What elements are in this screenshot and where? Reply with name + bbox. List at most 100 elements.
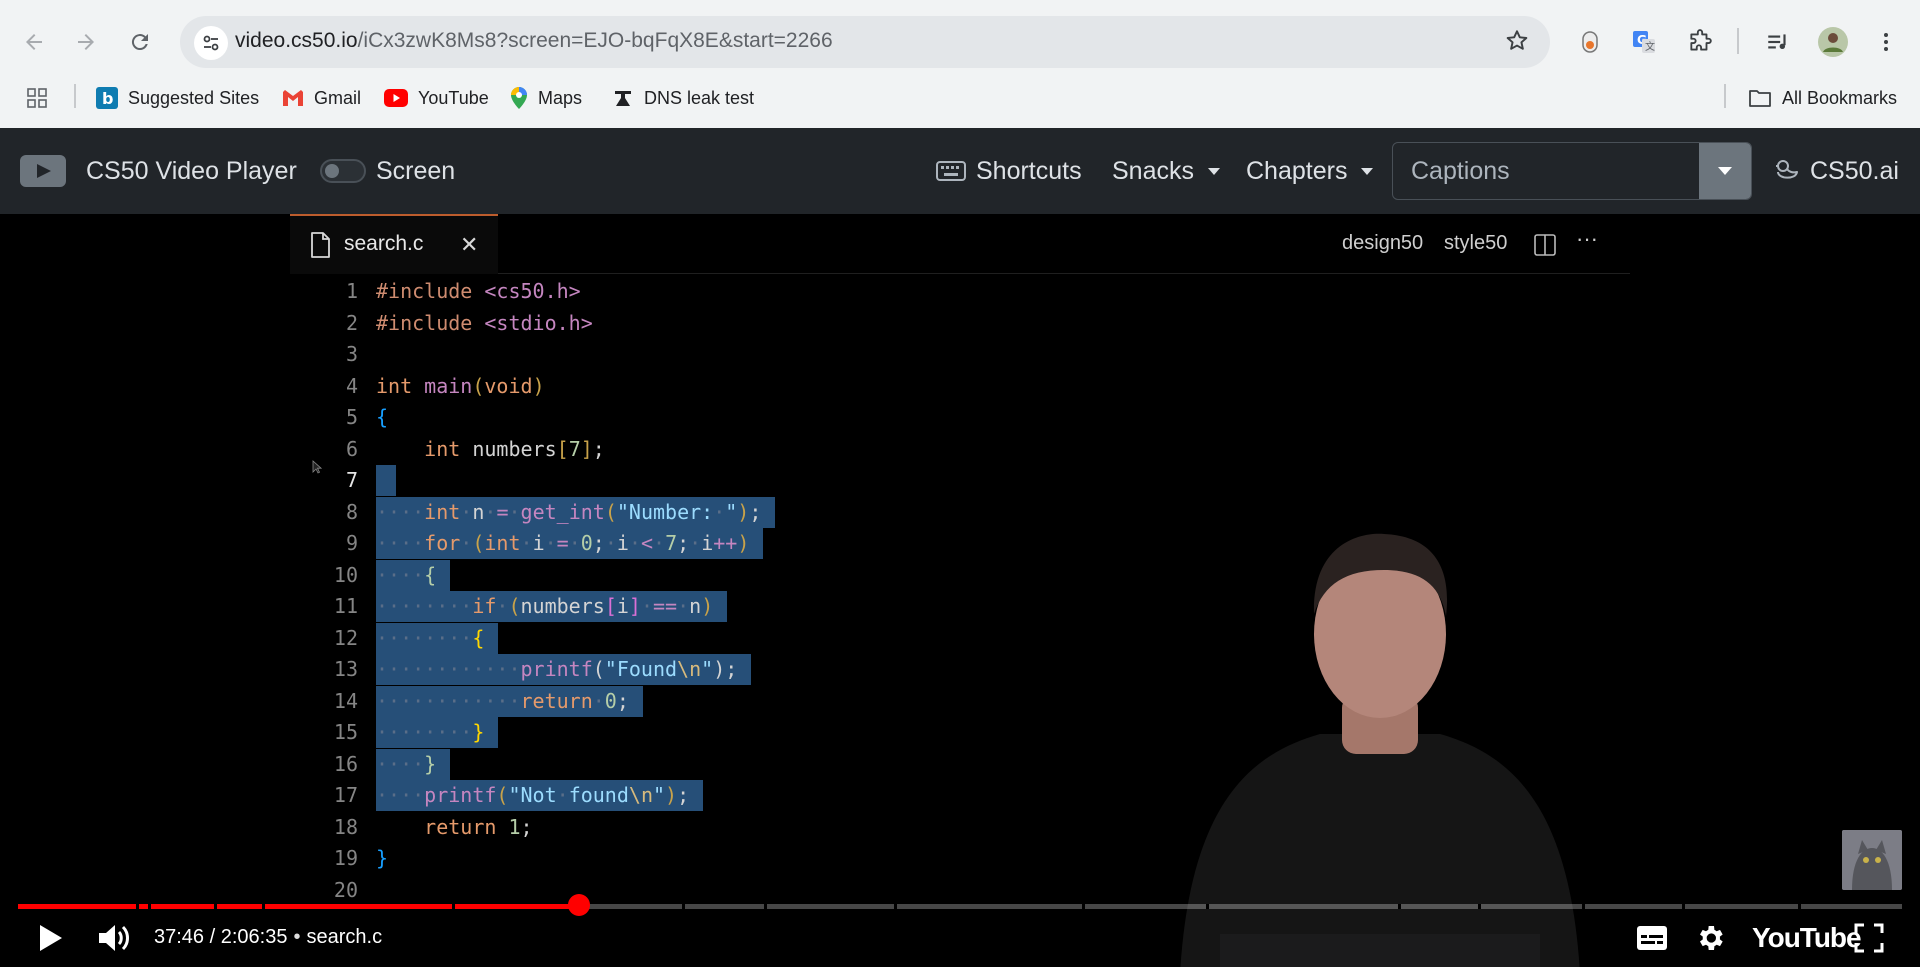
gear-icon xyxy=(1700,926,1723,950)
youtube-wordmark: YouTube xyxy=(1752,922,1862,953)
line-number: 10 xyxy=(333,562,358,587)
code-line: 12 ········{ xyxy=(0,622,900,655)
bookmark-maps[interactable]: Maps xyxy=(510,84,582,112)
reload-icon xyxy=(131,34,148,51)
shortcuts-label: Shortcuts xyxy=(976,156,1082,185)
subtitles-button[interactable] xyxy=(1636,916,1668,960)
design50-button[interactable]: design50 xyxy=(1342,232,1423,255)
code-line: 4 int main(void) xyxy=(0,371,900,403)
chapter-marker xyxy=(682,904,685,909)
bookmark-dns-leak-test[interactable]: DNS leak test xyxy=(612,84,754,112)
bookmark-label: YouTube xyxy=(418,87,489,108)
extensions-puzzle-icon[interactable] xyxy=(1680,22,1720,62)
forward-button[interactable] xyxy=(66,22,106,62)
chapter-marker xyxy=(148,904,151,909)
close-icon[interactable]: ✕ xyxy=(460,232,478,258)
line-content: ········if·(numbers[i]·==·n) xyxy=(376,591,728,622)
cs50-ai-button[interactable]: CS50.ai xyxy=(1774,154,1899,188)
chapters-dropdown[interactable]: Chapters xyxy=(1246,154,1374,188)
split-editor-icon[interactable] xyxy=(1534,234,1556,256)
line-number: 8 xyxy=(345,499,358,524)
chevron-down-icon[interactable] xyxy=(1699,143,1751,199)
bookmark-star-icon[interactable] xyxy=(1504,28,1530,59)
line-number: 20 xyxy=(333,877,358,902)
site-settings-icon[interactable] xyxy=(194,26,228,60)
google-translate-icon[interactable]: G文 xyxy=(1624,22,1664,62)
shortcuts-button[interactable]: Shortcuts xyxy=(936,154,1082,188)
captions-label: Captions xyxy=(1411,157,1510,185)
player-brand[interactable]: CS50 Video Player xyxy=(20,154,297,188)
profile-avatar[interactable] xyxy=(1813,22,1853,62)
play-button[interactable] xyxy=(32,916,66,960)
code-line-current: 7 xyxy=(0,465,900,497)
settings-button[interactable] xyxy=(1694,916,1726,960)
line-content: int numbers[7]; xyxy=(424,436,605,461)
url-host: video.cs50.io xyxy=(235,29,358,52)
line-number: 14 xyxy=(333,688,358,713)
editor-tab-search-c[interactable]: search.c ✕ xyxy=(290,214,498,274)
subtitles-icon xyxy=(1637,926,1667,950)
chapter-marker xyxy=(136,904,139,909)
line-number: 2 xyxy=(345,310,358,335)
code-line: 18 return 1; xyxy=(0,812,900,844)
line-content xyxy=(376,465,397,496)
svg-text:文: 文 xyxy=(1645,40,1655,53)
reload-button[interactable] xyxy=(120,22,160,62)
toggle-switch[interactable] xyxy=(320,159,366,183)
snacks-dropdown[interactable]: Snacks xyxy=(1112,154,1220,188)
bookmark-gmail[interactable]: Gmail xyxy=(282,84,361,112)
line-content: ········} xyxy=(376,717,499,748)
bookmark-label: Gmail xyxy=(314,87,362,108)
chapter-marker xyxy=(452,904,455,909)
code-line: 11 ········if·(numbers[i]·==·n) xyxy=(0,591,900,623)
code-line: 8 ····int·n·=·get_int("Number:·"); xyxy=(0,496,900,529)
line-number: 11 xyxy=(333,594,358,618)
chapter-title[interactable]: search.c xyxy=(306,926,382,948)
keyboard-icon xyxy=(936,161,966,181)
back-button[interactable] xyxy=(14,22,54,62)
progress-played xyxy=(18,904,580,909)
video-progress-bar[interactable] xyxy=(18,904,1902,909)
cs50-ai-label: CS50.ai xyxy=(1810,156,1899,185)
screen-toggle[interactable]: Screen xyxy=(320,154,455,188)
more-actions-icon[interactable]: ··· xyxy=(1576,226,1598,252)
video-frame[interactable]: search.c ✕ design50 style50 ··· 1 #inclu… xyxy=(0,214,1920,967)
line-number: 12 xyxy=(333,625,358,650)
line-content: ············printf("Found\n"); xyxy=(376,654,752,685)
bookmark-label: DNS leak test xyxy=(644,87,755,108)
channel-watermark[interactable] xyxy=(1842,830,1902,890)
line-content: ····{ xyxy=(376,559,451,591)
line-content: return 1; xyxy=(424,814,533,839)
svg-text:b: b xyxy=(102,89,113,108)
line-content: } xyxy=(376,846,389,870)
line-content: #include <stdio.h> xyxy=(376,310,593,335)
apps-grid-icon[interactable] xyxy=(26,84,48,112)
extension-honey-icon[interactable] xyxy=(1570,22,1610,62)
captions-select[interactable]: Captions xyxy=(1392,142,1752,200)
bookmark-suggested-sites[interactable]: b Suggested Sites xyxy=(96,84,259,112)
gmail-icon xyxy=(283,90,303,106)
address-bar[interactable]: video.cs50.io/iCx3zwK8Ms8?screen=EJO-bqF… xyxy=(180,16,1550,68)
code-line: 13 ············printf("Found\n"); xyxy=(0,654,900,686)
line-content: int main(void) xyxy=(376,373,545,398)
bookmarks-separator xyxy=(74,84,76,108)
line-content: ····for·(int·i·=·0;·i·<·7;·i++) xyxy=(376,528,764,559)
time-total: 2:06:35 xyxy=(220,926,288,948)
youtube-logo-button[interactable]: YouTube xyxy=(1752,916,1862,960)
code-line: 20 xyxy=(0,875,900,907)
media-control-icon[interactable] xyxy=(1758,22,1798,62)
line-number: 9 xyxy=(345,531,358,555)
fullscreen-button[interactable] xyxy=(1854,916,1884,960)
volume-icon xyxy=(99,925,129,951)
browser-menu-icon[interactable] xyxy=(1866,22,1906,62)
line-content: ····} xyxy=(376,748,451,780)
bookmark-youtube[interactable]: YouTube xyxy=(384,84,489,112)
code-line: 9 ····for·(int·i·=·0;·i·<·7;·i++) xyxy=(0,528,900,560)
all-bookmarks-button[interactable]: All Bookmarks xyxy=(1748,84,1897,112)
volume-button[interactable] xyxy=(96,916,132,960)
bookmark-label: Suggested Sites xyxy=(128,87,260,108)
style50-button[interactable]: style50 xyxy=(1444,232,1507,255)
chapters-label: Chapters xyxy=(1246,156,1348,185)
time-current: 37:46 xyxy=(154,926,205,948)
arrow-right-icon xyxy=(78,34,94,50)
